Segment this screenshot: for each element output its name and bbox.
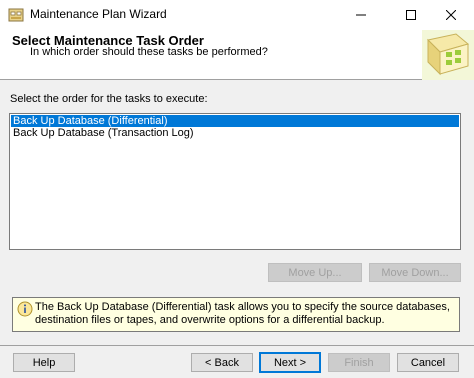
- footer-divider: [0, 345, 474, 346]
- task-order-prompt: Select the order for the tasks to execut…: [10, 93, 208, 105]
- minimize-button[interactable]: [338, 0, 384, 30]
- help-button[interactable]: Help: [13, 353, 75, 372]
- move-up-button[interactable]: Move Up...: [268, 263, 362, 282]
- info-icon: [17, 301, 33, 317]
- cancel-button[interactable]: Cancel: [397, 353, 459, 372]
- window-title: Maintenance Plan Wizard: [30, 7, 167, 21]
- task-description-text: The Back Up Database (Differential) task…: [35, 301, 450, 326]
- title-bar: Maintenance Plan Wizard: [0, 0, 474, 30]
- maximize-icon: [406, 10, 416, 20]
- list-item[interactable]: Back Up Database (Transaction Log): [11, 127, 194, 139]
- back-button[interactable]: < Back: [191, 353, 253, 372]
- close-icon: [446, 10, 456, 20]
- list-item[interactable]: Back Up Database (Differential): [11, 115, 459, 127]
- wizard-header: Select Maintenance Task Order In which o…: [0, 30, 474, 80]
- page-subtitle: In which order should these tasks be per…: [30, 46, 268, 58]
- task-order-list[interactable]: Back Up Database (Differential) Back Up …: [9, 113, 461, 250]
- maintenance-plan-icon: [8, 7, 24, 23]
- finish-button[interactable]: Finish: [328, 353, 390, 372]
- minimize-icon: [356, 14, 366, 16]
- close-button[interactable]: [428, 0, 474, 30]
- move-down-button[interactable]: Move Down...: [369, 263, 461, 282]
- wizard-graphic: [422, 30, 474, 80]
- task-description-box: The Back Up Database (Differential) task…: [12, 297, 460, 332]
- next-button[interactable]: Next >: [259, 352, 321, 373]
